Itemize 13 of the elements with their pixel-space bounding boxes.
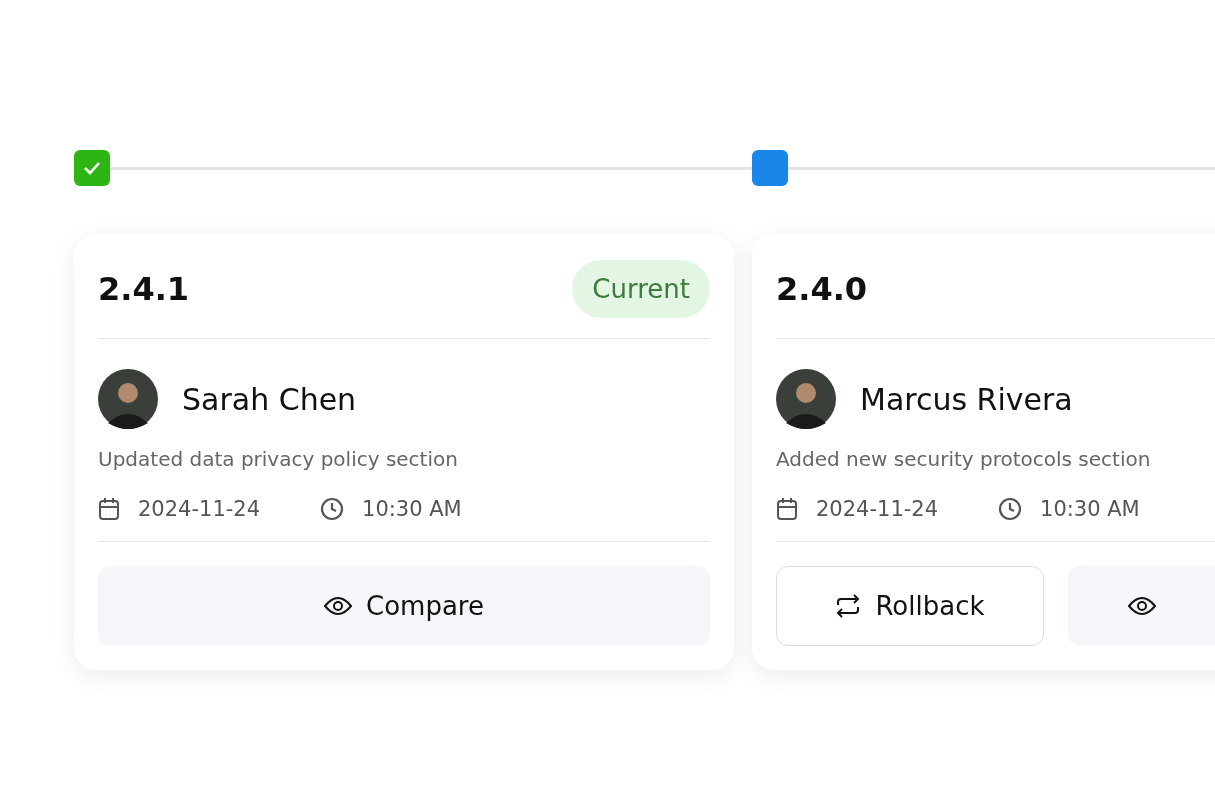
compare-button[interactable]: Compare (98, 566, 710, 646)
status-badge: Current (572, 260, 710, 318)
change-description: Added new security protocols section (776, 447, 1152, 471)
version-number: 2.4.0 (776, 270, 868, 308)
author-name: Marcus Rivera (860, 381, 1073, 417)
date-text: 2024-11-24 (138, 497, 261, 521)
rollback-button[interactable]: Rollback (776, 566, 1044, 646)
time-text: 10:30 AM (362, 497, 462, 521)
author-name: Sarah Chen (182, 381, 357, 417)
change-description: Updated data privacy policy section (98, 447, 459, 471)
date-text: 2024-11-24 (816, 497, 939, 521)
time-text: 10:30 AM (1040, 497, 1140, 521)
version-number: 2.4.1 (98, 270, 190, 308)
